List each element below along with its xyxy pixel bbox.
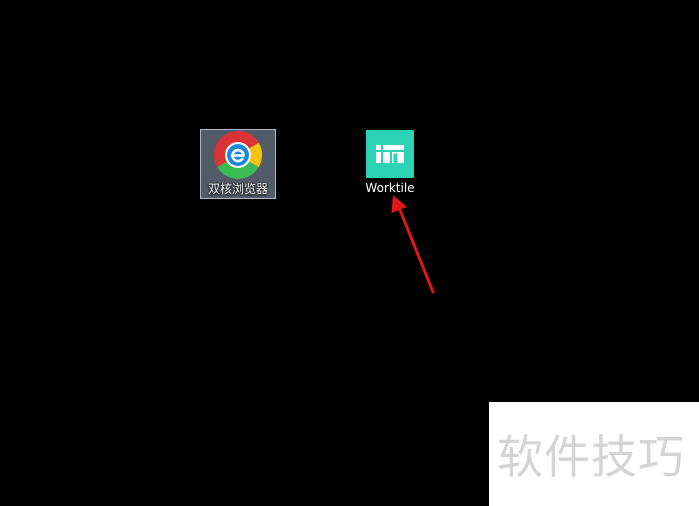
desktop: 双核浏览器 Worktile 软件技巧 xyxy=(0,0,699,506)
watermark-text: 软件技巧 xyxy=(497,430,685,484)
watermark: 软件技巧 xyxy=(489,402,699,506)
